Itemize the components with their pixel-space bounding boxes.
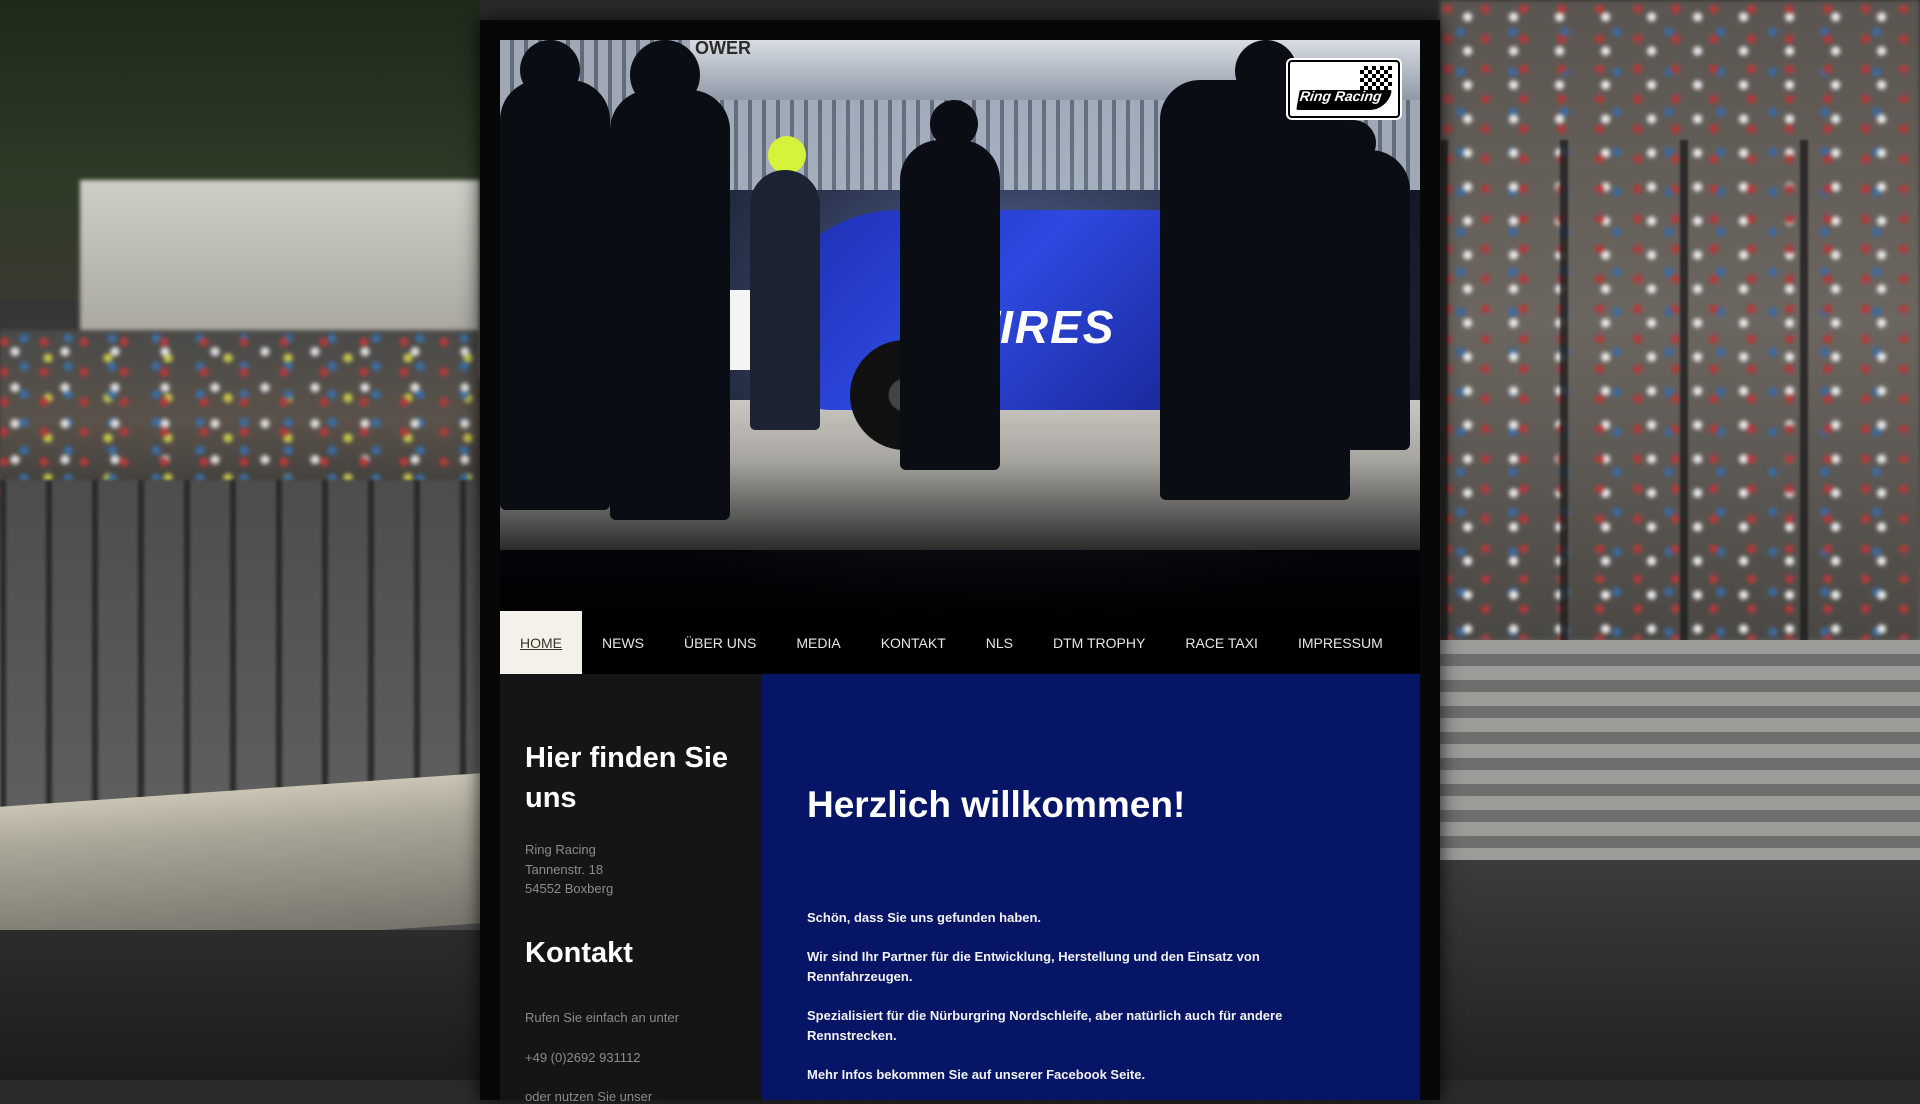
checkered-flag-icon	[1360, 66, 1392, 90]
specialization-paragraph: Spezialisiert für die Nürburgring Nordsc…	[807, 1008, 1283, 1043]
site-logo[interactable]: Ring Racing	[1288, 60, 1400, 118]
nav-item-impressum[interactable]: IMPRESSUM	[1278, 611, 1403, 674]
logo-text: Ring Racing	[1298, 88, 1383, 104]
sidebar: Hier finden Sie uns Ring Racing Tannenst…	[500, 674, 762, 1104]
background-fence-left	[0, 480, 480, 810]
address-block: Ring Racing Tannenstr. 18 54552 Boxberg	[525, 840, 613, 899]
background-track-left	[0, 930, 480, 1080]
background-barrier-right	[1440, 640, 1920, 860]
page-container: OWER es TIRES Ring Racing HOME NEWS ÜBER…	[480, 20, 1440, 1104]
nav-item-nls[interactable]: NLS	[966, 611, 1033, 674]
welcome-paragraph: Schön, dass Sie uns gefunden haben.	[807, 910, 1042, 925]
nav-item-home[interactable]: HOME	[500, 611, 582, 674]
contact-intro: Rufen Sie einfach an unter	[525, 1010, 679, 1025]
main-content: Herzlich willkommen! Schön, dass Sie uns…	[762, 674, 1420, 1100]
address-line-city: 54552 Boxberg	[525, 881, 614, 896]
contact-more: oder nutzen Sie unser	[525, 1089, 653, 1104]
header-image: OWER es TIRES Ring Racing	[500, 40, 1420, 630]
crew-silhouette	[750, 170, 820, 430]
contact-phone[interactable]: +49 (0)2692 931112	[525, 1050, 641, 1065]
nav-item-news[interactable]: NEWS	[582, 611, 664, 674]
crew-silhouette	[900, 140, 1000, 470]
nav-item-ueber-uns[interactable]: ÜBER UNS	[664, 611, 776, 674]
nav-item-race-taxi[interactable]: RACE TAXI	[1165, 611, 1278, 674]
nav-item-media[interactable]: MEDIA	[776, 611, 860, 674]
contact-heading: Kontakt	[525, 937, 633, 969]
page-title: Herzlich willkommen!	[807, 784, 1186, 825]
partner-paragraph: Wir sind Ihr Partner für die Entwicklung…	[807, 949, 1260, 984]
header-grandstand-label: OWER	[695, 40, 751, 58]
crew-silhouette	[500, 80, 610, 510]
background-fence-right	[1440, 140, 1920, 660]
address-line-street: Tannenstr. 18	[525, 861, 604, 877]
main-navigation: HOME NEWS ÜBER UNS MEDIA KONTAKT NLS DTM…	[500, 611, 1420, 674]
nav-item-dtm-trophy[interactable]: DTM TROPHY	[1033, 611, 1165, 674]
facebook-paragraph[interactable]: Mehr Infos bekommen Sie auf unserer Face…	[807, 1065, 1347, 1085]
crew-helmet	[768, 136, 806, 174]
crew-silhouette	[1300, 150, 1410, 450]
crew-silhouette	[610, 90, 730, 520]
background-track-right	[1440, 860, 1920, 1080]
address-heading: Hier finden Sie uns	[525, 742, 729, 814]
nav-item-kontakt[interactable]: KONTAKT	[861, 611, 966, 674]
address-line-company: Ring Racing	[525, 842, 596, 857]
